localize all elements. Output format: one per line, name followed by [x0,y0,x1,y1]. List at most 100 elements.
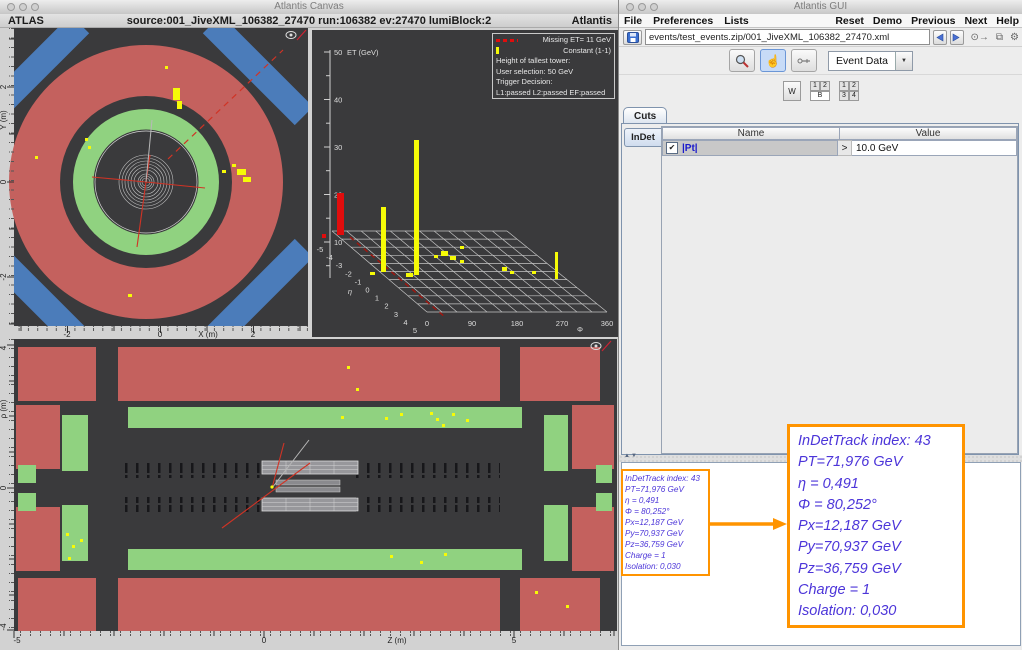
tab-indet[interactable]: InDet [624,128,662,147]
event-data-dropdown[interactable]: Event Data ▼ [828,50,913,71]
interaction-mode-bar: ☝ Event Data ▼ [619,47,1022,75]
event-info-bar: ATLAS source:001_JiveXML_106382_27470 ru… [0,14,618,28]
svg-text:-1: -1 [355,277,362,286]
cuts-panel: InDet Name Value ✔ |Pt| > 10.0 GeV [621,123,1019,455]
cut-operator[interactable]: > [838,140,852,156]
svg-text:-4: -4 [326,253,333,262]
svg-text:4: 4 [0,345,8,350]
yx-view-svg: -2 0 X (m) 2 2 Y (m) 0 -2 [0,28,310,339]
svg-text:270: 270 [556,319,569,328]
svg-text:ρ (m): ρ (m) [0,399,8,418]
svg-text:0: 0 [262,636,267,645]
rz-xaxis-minor-ticks [14,631,617,636]
svg-text:40: 40 [334,96,342,105]
zoom-mode-button[interactable] [729,49,756,72]
yx-yaxis-minor-ticks [9,28,14,326]
file-toolbar: ⊙→ ⧉ ⚙ [619,28,1022,47]
missing-et-tower [337,193,344,235]
svg-text:0: 0 [365,286,369,295]
yx-projection-view[interactable]: -2 0 X (m) 2 2 Y (m) 0 -2 [0,28,310,339]
menu-lists[interactable]: Lists [724,15,749,27]
floppy-icon [626,31,639,43]
svg-text:Z (m): Z (m) [387,636,406,645]
probe-icon [797,58,811,63]
screen: Atlantis Canvas ATLAS source:001_JiveXML… [0,0,1022,650]
cut-enabled-checkbox[interactable]: ✔ [666,142,678,154]
rz-projection-view[interactable]: -5 0 Z (m) 5 4 ρ (m) 0 -4 [0,339,618,650]
svg-text:0: 0 [0,485,8,490]
lego-legend: Missing ET= 11 GeV Constant (1-1) Height… [492,33,615,99]
svg-text:-2: -2 [0,273,8,281]
table-row: ✔ |Pt| > 10.0 GeV [662,140,1017,156]
event-source-info: source:001_JiveXML_106382_27470 run:1063… [126,15,492,27]
chevron-down-icon: ▼ [894,51,912,70]
menu-preferences[interactable]: Preferences [653,15,713,27]
window-layout-bar: W 1 2 B 1 2 3 4 [619,74,1022,107]
svg-text:2: 2 [0,84,8,89]
svg-text:-2: -2 [345,269,352,278]
menu-bar: File Preferences Lists Reset Demo Previo… [619,14,1022,28]
previous-event-button[interactable] [932,29,947,45]
gui-window-title: Atlantis GUI [793,1,848,12]
save-button[interactable] [623,29,642,45]
menu-previous[interactable]: Previous [911,15,955,27]
rz-view-svg: -5 0 Z (m) 5 4 ρ (m) 0 -4 [0,339,618,650]
legend-missing-et: Missing ET= 11 GeV [542,35,611,44]
svg-text:-2: -2 [63,330,71,339]
menu-file[interactable]: File [624,15,642,27]
svg-text:360: 360 [601,319,614,328]
arrow-left-icon [936,32,944,42]
svg-text:2: 2 [384,302,388,311]
svg-text:-5: -5 [317,245,324,254]
cut-value-field[interactable]: 10.0 GeV [852,140,1017,156]
missing-et-legend-icon [496,38,518,42]
magnifier-icon [735,54,749,68]
atlantis-canvas-window: Atlantis Canvas ATLAS source:001_JiveXML… [0,0,618,650]
layout-single-window-button[interactable]: W [783,80,801,101]
event-data-dropdown-label: Event Data [836,54,888,67]
pick-mode-button[interactable]: ☝ [760,49,787,72]
svg-text:50: 50 [334,48,342,57]
settings-icon[interactable]: ⚙ [1010,32,1019,43]
svg-text:2: 2 [251,330,256,339]
copy-window-icon[interactable]: ⧉ [996,32,1003,43]
arrow-right-icon [952,32,960,42]
svg-text:η: η [348,287,352,296]
svg-text:5: 5 [413,326,417,335]
svg-text:0: 0 [425,319,429,328]
layout-two-plus-bottom-button[interactable]: 1 2 B [810,80,830,101]
sync-cursor-button[interactable] [791,49,818,72]
hand-pointer-icon: ☝ [765,53,781,68]
event-file-input[interactable] [645,29,930,45]
svg-text:90: 90 [468,319,476,328]
svg-text:10: 10 [334,238,342,247]
gui-titlebar[interactable]: Atlantis GUI [619,0,1022,15]
cut-name-cell: ✔ |Pt| [662,140,838,156]
layout-quad-button[interactable]: 1 2 3 4 [839,80,859,101]
atlantis-brand: Atlantis [571,15,612,27]
cut-name-label: |Pt| [682,142,698,154]
svg-text:5: 5 [512,636,517,645]
svg-text:1: 1 [375,294,379,303]
splitter-collapse-icons[interactable]: ▲▼ [624,453,638,459]
menu-next[interactable]: Next [964,15,987,27]
svg-text:X (m): X (m) [198,330,218,339]
legend-trigger-status: L1:passed L2:passed EF:passed [496,87,606,97]
menu-demo[interactable]: Demo [873,15,902,27]
legend-user-selection: User selection: 50 GeV [496,66,574,76]
svg-text:0: 0 [158,330,163,339]
canvas-titlebar[interactable]: Atlantis Canvas [0,0,618,15]
menu-reset[interactable]: Reset [835,15,864,27]
svg-text:30: 30 [334,143,342,152]
svg-text:-5: -5 [13,636,21,645]
track-info-callout: InDetTrack index: 43 PT=71,976 GeV η = 0… [787,424,965,628]
next-event-button[interactable] [949,29,964,45]
menu-help[interactable]: Help [996,15,1019,27]
column-header-name[interactable]: Name [662,127,840,140]
track-info-box: InDetTrack index: 43 PT=71,976 GeV η = 0… [621,469,710,576]
svg-text:0: 0 [0,179,8,184]
loop-mode-icon[interactable]: ⊙→ [971,32,989,43]
svg-text:180: 180 [511,319,524,328]
column-header-value[interactable]: Value [839,127,1017,140]
rz-yaxis-minor-ticks [9,339,14,631]
